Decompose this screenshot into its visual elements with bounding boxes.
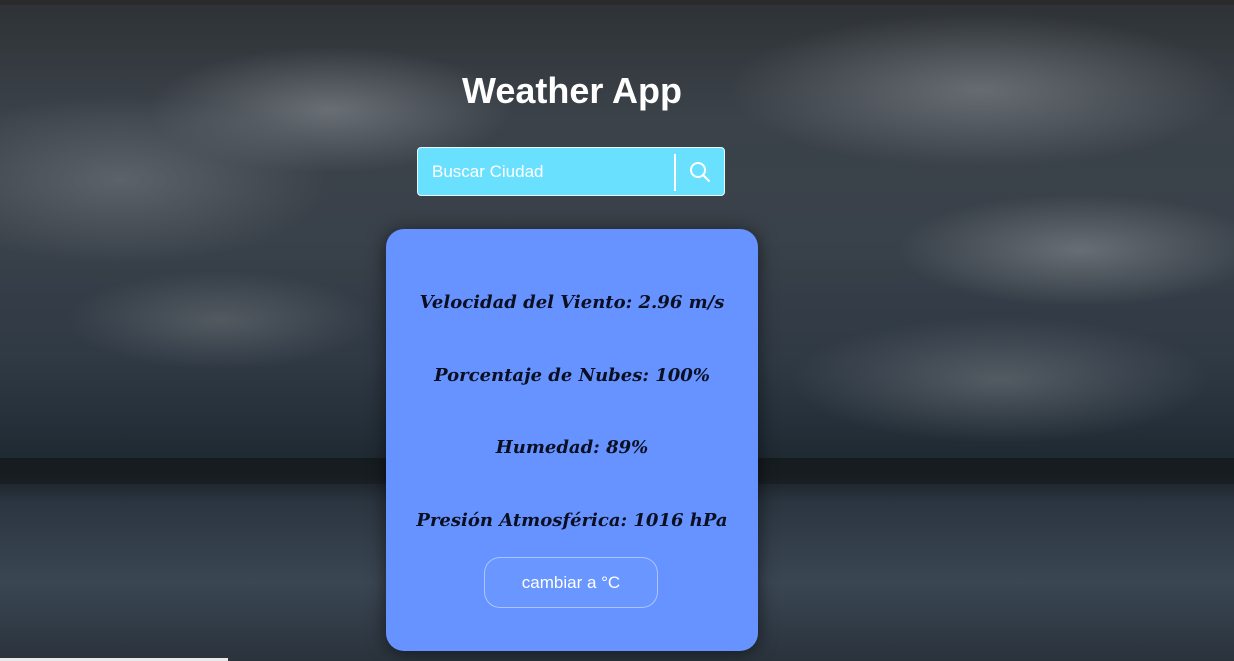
pressure: Presión Atmosférica: 1016 hPa	[416, 510, 728, 531]
search-input[interactable]	[418, 148, 674, 195]
window-top-edge	[0, 0, 1234, 5]
humidity: Humedad: 89%	[495, 437, 649, 458]
search-icon	[690, 161, 710, 182]
app-title: Weather App	[461, 70, 683, 111]
wind-speed: Velocidad del Viento: 2.96 m/s	[419, 292, 725, 313]
search-button[interactable]	[676, 148, 724, 195]
search-bar	[417, 147, 725, 196]
weather-card: Velocidad del Viento: 2.96 m/s Porcentaj…	[386, 229, 758, 651]
cloud-percentage: Porcentaje de Nubes: 100%	[434, 365, 710, 386]
unit-toggle-button[interactable]: cambiar a °C	[484, 557, 658, 608]
